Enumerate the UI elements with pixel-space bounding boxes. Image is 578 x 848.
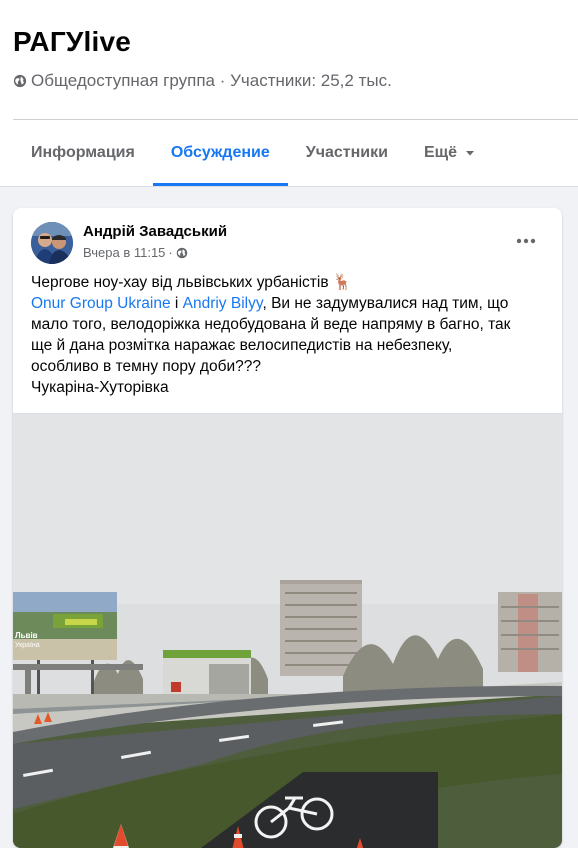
tab-members-label: Участники [305,144,388,161]
group-header: РАГУlive Общедоступная группа · Участник… [0,0,578,187]
public-audience-icon[interactable] [176,247,188,259]
post-line-2: Onur Group Ukraine і Andriy Bilyy, Ви не… [31,293,551,314]
avatar-photo [31,222,73,264]
tab-discussion-label: Обсуждение [170,144,270,161]
tab-members[interactable]: Участники [288,120,406,186]
group-title[interactable]: РАГУlive [13,26,131,58]
tab-information-label: Информация [31,144,135,161]
globe-icon [13,74,27,88]
post-line-5: особливо в темну пору доби??? [31,358,261,375]
tab-information[interactable]: Информация [13,120,153,186]
tab-more-label: Ещё [423,144,458,161]
group-tabs: Информация Обсуждение Участники Ещё [13,120,578,186]
post-meta: Вчера в 11:15 · [83,245,188,260]
post-author[interactable]: Андрій Завадський [83,223,227,240]
post-line-1-text: Чергове ноу-хау від львівських урбаністі… [31,274,329,291]
post-line-3: мало того, велодоріжка недобудована й ве… [31,316,511,333]
conj-text: і [170,295,183,312]
group-meta-text: Общедоступная группа · Участники: 25,2 т… [31,71,392,90]
more-options-icon [516,238,536,244]
post-line-6: Чукаріна-Хуторівка [31,379,169,396]
post-text: Чергове ноу-хау від львівських урбаністі… [31,272,551,398]
meta-separator: · [168,245,173,260]
avatar[interactable] [31,222,73,264]
tab-discussion[interactable]: Обсуждение [152,120,288,186]
tab-more[interactable]: Ещё [406,120,494,186]
post-time[interactable]: Вчера в 11:15 [83,245,165,260]
post-line-1: Чергове ноу-хау від львівських урбаністі… [31,272,551,293]
post-card: Андрій Завадський Вчера в 11:15 · Чергов… [13,208,562,848]
billboard-country: Україна [15,642,40,649]
tall-building [280,580,362,676]
billboard-city: Львів [15,631,38,640]
group-meta: Общедоступная группа · Участники: 25,2 т… [13,71,392,91]
right-buildings [498,592,562,672]
post-photo[interactable]: Львів Україна [13,413,562,848]
post-line-2-rest: , Ви не задумувалися над тим, що [262,295,509,312]
more-options-button[interactable] [508,226,544,256]
deer-emoji: 🦌 [332,274,353,291]
caret-down-icon [466,151,475,156]
mention-andriy-bilyy[interactable]: Andriy Bilyy [183,295,263,312]
mention-onur-group[interactable]: Onur Group Ukraine [31,295,171,312]
post-line-4: ще й дана розмітка наражає велосипедисті… [31,337,453,354]
